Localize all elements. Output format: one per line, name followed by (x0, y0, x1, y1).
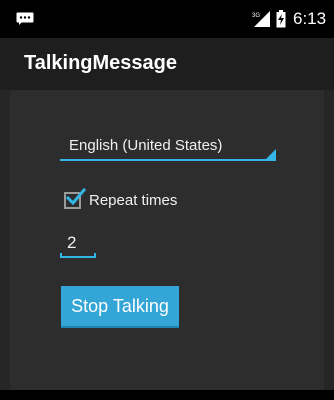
stop-talking-button[interactable]: Stop Talking (61, 286, 179, 328)
dropdown-arrow-icon (266, 149, 276, 159)
content-frame-left (0, 90, 10, 400)
app-title: TalkingMessage (24, 52, 178, 74)
repeat-checkbox-row[interactable]: Repeat times (64, 187, 224, 212)
language-selected-label: English (United States) (69, 137, 223, 154)
status-clock: 6:13 (293, 9, 327, 28)
checkmark-icon (65, 187, 87, 206)
cell-signal-icon: 3G (252, 11, 270, 27)
device-screen: 3G 6:13 TalkingMessage English (United S… (0, 0, 334, 400)
action-bar: TalkingMessage (0, 38, 334, 90)
language-spinner[interactable]: English (United States) (60, 131, 276, 161)
content-frame-right (324, 90, 334, 400)
field-underline (60, 256, 96, 258)
repeat-checkbox-label: Repeat times (89, 192, 178, 209)
status-bar: 3G 6:13 (0, 0, 334, 38)
network-type-label: 3G (252, 13, 260, 19)
message-icon (16, 12, 34, 25)
field-tick-left (60, 253, 62, 258)
repeat-count-field[interactable] (60, 230, 96, 260)
repeat-count-input[interactable] (60, 230, 96, 256)
battery-charging-icon (276, 10, 286, 28)
content-frame-bottom (0, 390, 334, 400)
spinner-underline (60, 159, 276, 161)
field-tick-right (94, 253, 96, 258)
